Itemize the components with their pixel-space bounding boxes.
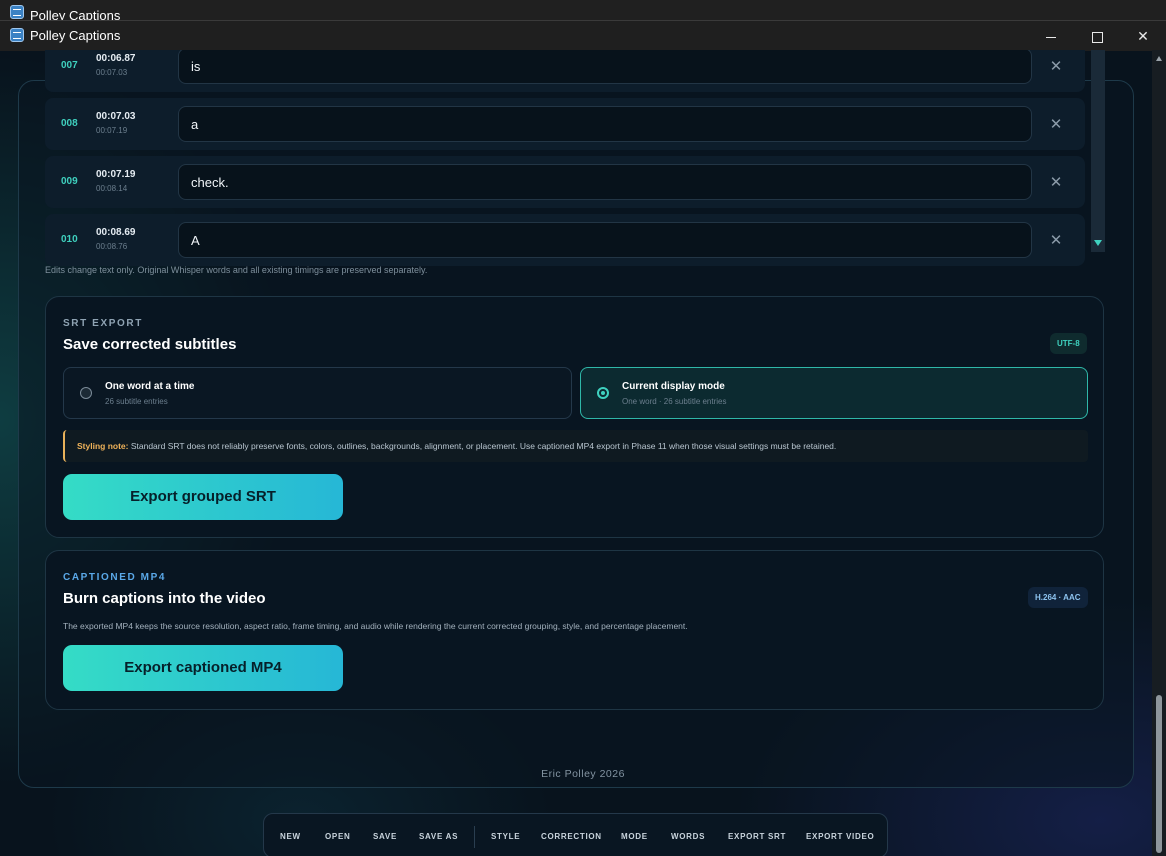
word-number: 009 (61, 176, 78, 187)
option-subtitle: 26 subtitle entries (105, 397, 168, 406)
mp4-eyebrow: CAPTIONED MP4 (63, 572, 167, 583)
word-text-input[interactable] (178, 106, 1032, 142)
srt-title: Save corrected subtitles (63, 336, 237, 353)
toolbar-style[interactable]: STYLE (491, 832, 520, 841)
word-end-time: 00:07.19 (96, 126, 128, 135)
toolbar-save-as[interactable]: SAVE AS (419, 832, 458, 841)
word-end-time: 00:07.03 (96, 68, 128, 77)
word-end-time: 00:08.76 (96, 242, 128, 251)
minimize-icon (1046, 36, 1056, 38)
word-start-time: 00:07.03 (96, 111, 136, 122)
minimize-button[interactable] (1028, 21, 1074, 51)
radio-one-word[interactable] (80, 387, 92, 399)
option-label: Current display mode (622, 381, 725, 392)
toolbar-export-video[interactable]: EXPORT VIDEO (806, 832, 874, 841)
encoding-badge: UTF-8 (1050, 333, 1087, 354)
word-text-input[interactable] (178, 50, 1032, 84)
toolbar-correction[interactable]: CORRECTION (541, 832, 602, 841)
edit-note: Edits change text only. Original Whisper… (45, 265, 428, 275)
delete-word-button[interactable]: ✕ (1045, 230, 1067, 252)
styling-note-text: Standard SRT does not reliably preserve … (128, 441, 837, 451)
mp4-export-card: CAPTIONED MP4 Burn captions into the vid… (45, 550, 1104, 710)
toolbar-open[interactable]: OPEN (325, 832, 350, 841)
scroll-up-icon[interactable] (1156, 56, 1162, 61)
word-row: 008 00:07.03 00:07.19 ✕ (45, 98, 1085, 150)
toolbar-words[interactable]: WORDS (671, 832, 705, 841)
main-content: 007 00:06.87 00:07.03 ✕ 008 00:07.03 00:… (0, 50, 1166, 856)
word-start-time: 00:07.19 (96, 169, 136, 180)
export-grouped-srt-button[interactable]: Export grouped SRT (63, 474, 343, 520)
styling-note-label: Styling note: (77, 441, 129, 451)
word-text-input[interactable] (178, 222, 1032, 258)
word-start-time: 00:06.87 (96, 53, 136, 64)
option-label: One word at a time (105, 381, 195, 392)
mp4-title: Burn captions into the video (63, 590, 266, 607)
toolbar-export-srt[interactable]: EXPORT SRT (728, 832, 786, 841)
word-number: 007 (61, 60, 78, 71)
option-current-display-mode[interactable]: Current display mode One word · 26 subti… (580, 367, 1088, 419)
word-row: 010 00:08.69 00:08.76 ✕ (45, 214, 1085, 266)
app-logo-icon (10, 28, 24, 42)
window-titlebar: Polley Captions ✕ (0, 20, 1166, 51)
mp4-description: The exported MP4 keeps the source resolu… (63, 621, 688, 631)
codec-badge: H.264 · AAC (1028, 587, 1088, 608)
delete-word-button[interactable]: ✕ (1045, 56, 1067, 78)
word-row: 007 00:06.87 00:07.03 ✕ (45, 50, 1085, 92)
close-window-button[interactable]: ✕ (1120, 21, 1166, 51)
delete-word-button[interactable]: ✕ (1045, 114, 1067, 136)
page-scrollbar[interactable] (1152, 50, 1166, 856)
maximize-button[interactable] (1074, 21, 1120, 51)
scroll-down-icon[interactable] (1094, 240, 1102, 246)
footer-credit: Eric Polley 2026 (541, 768, 625, 780)
close-icon: ✕ (1137, 28, 1149, 44)
toolbar-save[interactable]: SAVE (373, 832, 397, 841)
app-logo-icon (10, 5, 24, 19)
bottom-toolbar: NEW OPEN SAVE SAVE AS STYLE CORRECTION M… (263, 813, 888, 856)
word-number: 008 (61, 118, 78, 129)
toolbar-new[interactable]: NEW (280, 832, 301, 841)
word-number: 010 (61, 234, 78, 245)
toolbar-divider (474, 826, 475, 848)
srt-eyebrow: SRT EXPORT (63, 318, 143, 329)
word-end-time: 00:08.14 (96, 184, 128, 193)
export-captioned-mp4-button[interactable]: Export captioned MP4 (63, 645, 343, 691)
word-row: 009 00:07.19 00:08.14 ✕ (45, 156, 1085, 208)
window-title: Polley Captions (30, 28, 121, 43)
word-start-time: 00:08.69 (96, 227, 136, 238)
toolbar-mode[interactable]: MODE (621, 832, 648, 841)
srt-export-card: SRT EXPORT Save corrected subtitles UTF-… (45, 296, 1104, 538)
scrollbar-thumb[interactable] (1156, 695, 1162, 853)
word-list-scrollbar[interactable] (1091, 50, 1105, 252)
delete-word-button[interactable]: ✕ (1045, 172, 1067, 194)
option-subtitle: One word · 26 subtitle entries (622, 397, 727, 406)
option-one-word[interactable]: One word at a time 26 subtitle entries (63, 367, 572, 419)
maximize-icon (1091, 31, 1103, 43)
radio-current-display-mode[interactable] (597, 387, 609, 399)
styling-note: Styling note: Standard SRT does not reli… (63, 430, 1088, 462)
word-text-input[interactable] (178, 164, 1032, 200)
